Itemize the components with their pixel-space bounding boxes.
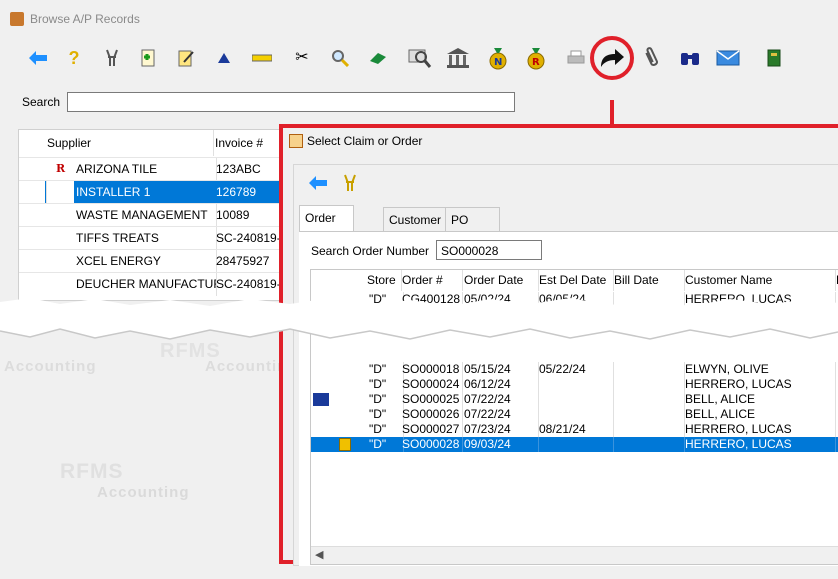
watermark-logo: Accounting — [97, 484, 190, 501]
column-header-store[interactable]: Store — [365, 270, 402, 291]
column-header-order-date[interactable]: Order Date — [462, 270, 539, 291]
table-row[interactable]: "D" SO000027 07/23/24 08/21/24 HERRERO, … — [311, 422, 838, 437]
email-icon[interactable] — [712, 42, 744, 74]
column-header-supplier[interactable]: Supplier — [47, 130, 214, 156]
window-titlebar: Browse A/P Records — [0, 0, 838, 38]
table-row[interactable]: "D" SO000018 05/15/24 05/22/24 ELWYN, OL… — [311, 362, 838, 377]
dialog-titlebar: Select Claim or Order — [283, 128, 838, 154]
tab-customer[interactable]: Customer — [383, 207, 448, 232]
dialog-panel: Order Number Customer PO Number Search O… — [293, 164, 838, 566]
watermark-logo: RFMS — [60, 460, 124, 483]
tab-panel: Search Order Number SO000028 Store Order… — [299, 231, 838, 566]
document-list-icon — [313, 393, 329, 406]
supplier-cell: XCEL ENERGY — [74, 250, 217, 273]
invoice-cell: 10089 — [214, 204, 281, 227]
highlight-circle — [590, 36, 634, 80]
table-row[interactable]: "D" SO000026 07/22/24 BELL, ALICE — [311, 407, 838, 422]
money-bag-r-icon[interactable]: R — [520, 42, 552, 74]
dialog-back-arrow-icon[interactable] — [302, 167, 334, 199]
zoom-inspect-icon[interactable] — [404, 42, 436, 74]
table-row[interactable]: "D" SO000028 09/03/24 HERRERO, LUCAS — [311, 437, 838, 452]
bank-icon[interactable] — [442, 42, 474, 74]
r-badge-icon: R — [56, 162, 66, 175]
app-icon — [10, 12, 24, 26]
ruler-icon[interactable] — [246, 42, 278, 74]
table-row[interactable]: TIFFS TREATS SC-240819-0 — [19, 226, 281, 250]
scroll-left-icon[interactable]: ◀ — [315, 548, 323, 561]
order-search-input[interactable]: SO000028 — [436, 240, 542, 260]
invoice-cell: 28475927 — [214, 250, 281, 273]
search-label: Search — [22, 95, 61, 109]
search-input[interactable] — [67, 92, 515, 112]
supplier-cell: DEUCHER MANUFACTURI — [74, 273, 217, 296]
torn-edge-divider — [0, 298, 838, 340]
table-row[interactable]: R ARIZONA TILE 123ABC — [19, 157, 281, 181]
svg-text:R: R — [532, 57, 540, 68]
clipboard-icon — [289, 134, 303, 148]
order-search-label: Search Order Number — [311, 244, 430, 258]
tab-po-number[interactable]: PO Number — [445, 207, 500, 251]
help-icon[interactable]: ? — [58, 42, 90, 74]
supplier-cell: INSTALLER 1 — [74, 181, 217, 204]
tools-icon[interactable] — [96, 42, 128, 74]
invoice-cell: SC-240819-0 — [214, 227, 281, 250]
eraser-icon[interactable] — [362, 42, 394, 74]
edit-note-icon[interactable] — [170, 42, 202, 74]
supplier-cell: ARIZONA TILE — [74, 158, 217, 181]
column-header-customer-name[interactable]: Customer Name — [683, 270, 836, 291]
printer-icon[interactable] — [560, 42, 592, 74]
table-row[interactable]: "D" SO000024 06/12/24 HERRERO, LUCAS — [311, 377, 838, 392]
triangle-icon[interactable] — [208, 42, 240, 74]
supplier-cell: TIFFS TREATS — [74, 227, 217, 250]
binoculars-icon[interactable] — [674, 42, 706, 74]
table-row[interactable]: "D" SO000025 07/22/24 BELL, ALICE — [311, 392, 838, 407]
invoice-cell: 126789 — [214, 181, 281, 204]
column-header-invoice[interactable]: Invoice # — [215, 130, 281, 156]
dialog-title: Select Claim or Order — [307, 134, 423, 148]
back-arrow-icon[interactable] — [22, 42, 54, 74]
column-header-order[interactable]: Order # — [400, 270, 463, 291]
column-header-p[interactable]: P — [834, 270, 838, 291]
paperclip-icon[interactable] — [636, 42, 668, 74]
add-record-icon[interactable] — [132, 42, 164, 74]
tab-order-number[interactable]: Order Number — [299, 205, 354, 249]
ap-records-grid: Supplier Invoice # R ARIZONA TILE 123ABC… — [18, 129, 282, 301]
highlight-connector — [610, 100, 614, 126]
invoice-cell: SC-240819-0 — [214, 273, 281, 296]
dialog-tools-icon[interactable] — [334, 167, 366, 199]
notebook-icon[interactable] — [758, 42, 790, 74]
table-row[interactable]: DEUCHER MANUFACTURI SC-240819-0 — [19, 272, 281, 296]
horizontal-scrollbar[interactable]: ◀ — [311, 546, 838, 564]
watermark-logo: Accounting — [4, 358, 97, 375]
magnifier-icon[interactable] — [324, 42, 356, 74]
money-bag-n-icon[interactable]: N — [482, 42, 514, 74]
table-row[interactable]: INSTALLER 1 126789 — [19, 180, 281, 204]
table-row[interactable]: XCEL ENERGY 28475927 — [19, 249, 281, 273]
supplier-cell: WASTE MANAGEMENT — [74, 204, 217, 227]
window-title: Browse A/P Records — [30, 12, 140, 26]
table-row[interactable]: WASTE MANAGEMENT 10089 — [19, 203, 281, 227]
invoice-cell: 123ABC — [214, 158, 281, 181]
svg-text:N: N — [494, 57, 502, 68]
sale-s-icon — [339, 438, 351, 451]
scissors-icon[interactable]: ✂ — [286, 42, 318, 74]
column-header-est-del-date[interactable]: Est Del Date — [537, 270, 614, 291]
column-header-bill-date[interactable]: Bill Date — [612, 270, 685, 291]
